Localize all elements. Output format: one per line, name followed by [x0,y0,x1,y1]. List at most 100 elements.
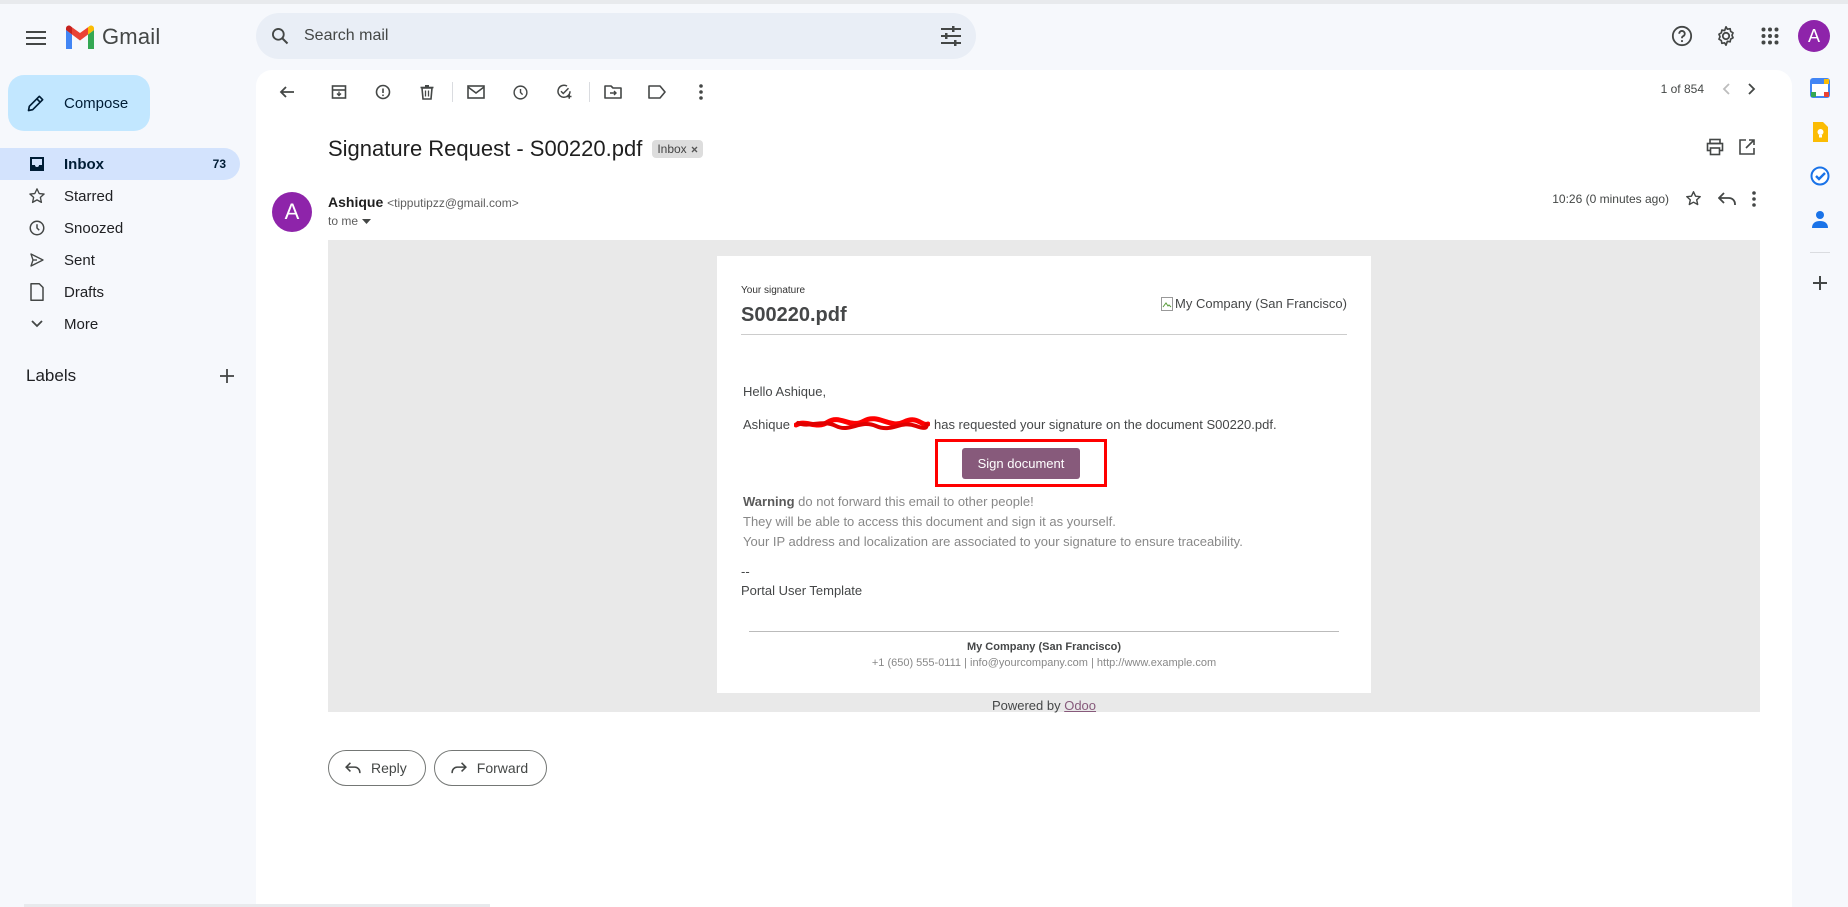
archive-icon [331,85,347,99]
warning-text: Warning do not forward this email to oth… [743,492,1243,552]
back-button[interactable] [270,75,304,109]
sidebar-item-drafts[interactable]: Drafts [0,276,240,308]
sidebar-item-inbox[interactable]: Inbox 73 [0,148,240,180]
odoo-link[interactable]: Odoo [1064,698,1096,713]
label-chip-text: Inbox [657,142,687,156]
sidebar-item-snoozed[interactable]: Snoozed [0,212,240,244]
email-eyebrow: Your signature [741,285,806,296]
search-options-icon[interactable] [940,26,962,46]
caret-down-icon [362,218,372,224]
footer-company: My Company (San Francisco) [966,641,1122,653]
draft-icon [30,283,44,301]
app-name: Gmail [102,24,161,49]
clock-icon [512,84,528,100]
sidebar-item-starred[interactable]: Starred [0,180,240,212]
labels-section: Labels [26,366,234,386]
account-avatar[interactable]: A [1798,20,1830,52]
support-button[interactable] [1662,16,1702,56]
reply-button[interactable]: Reply [328,750,426,786]
side-panel-rail [1800,78,1840,290]
tasks-icon[interactable] [1810,166,1830,186]
sidebar-item-label: More [64,315,99,333]
reply-icon[interactable] [1718,191,1736,206]
warning-line-2: They will be able to access this documen… [743,514,1116,529]
recipients-text: to me [328,214,359,228]
keep-icon[interactable] [1811,121,1829,143]
hamburger-icon [26,31,46,45]
powered-by: Powered by Odoo [328,698,1760,713]
apps-grid-icon [1761,27,1779,45]
apps-button[interactable] [1750,16,1790,56]
labels-heading: Labels [26,366,77,385]
labels-button[interactable] [640,75,674,109]
print-icon[interactable] [1706,138,1724,156]
chevron-down-icon [31,320,43,328]
warning-line-1: do not forward this email to other peopl… [794,494,1034,509]
gmail-logo[interactable]: Gmail [64,22,160,52]
message-time: 10:26 (0 minutes ago) [1552,191,1669,206]
send-icon [30,253,44,267]
top-border [0,0,1848,4]
message-toolbar: 1 of 854 [256,70,1792,114]
add-label-icon[interactable] [220,369,234,383]
message-subject: Signature Request - S00220.pdf [328,136,643,161]
more-vert-icon[interactable] [1752,190,1756,207]
sign-document-button[interactable]: Sign document [961,447,1081,479]
header-actions: A [1658,16,1848,56]
calendar-icon[interactable] [1810,78,1830,98]
mark-unread-button[interactable] [459,75,493,109]
gear-icon [1718,26,1734,46]
sender-avatar[interactable]: A [272,192,312,232]
inbox-icon [30,157,44,171]
folder-move-icon [604,85,622,99]
search-icon[interactable] [270,26,290,46]
more-actions-button[interactable] [684,75,718,109]
document-name: S00220.pdf [741,304,847,326]
snooze-button[interactable] [503,75,537,109]
add-to-tasks-button[interactable] [547,75,581,109]
report-spam-button[interactable] [366,75,400,109]
label-icon [648,85,666,99]
unread-count: 73 [212,157,226,171]
chevron-right-icon[interactable] [1748,83,1756,95]
forward-button[interactable]: Forward [433,750,548,786]
open-new-window-icon[interactable] [1738,138,1756,156]
help-icon [1671,25,1693,47]
sidebar-item-sent[interactable]: Sent [0,244,240,276]
reply-label: Reply [371,760,407,776]
sidebar-item-label: Inbox [64,155,104,173]
sender-info[interactable]: Ashique <tipputipzz@gmail.com> [328,194,519,210]
sidebar-item-more[interactable]: More [0,308,240,340]
close-icon[interactable] [691,146,698,153]
email-card: Your signature S00220.pdf My Company (Sa… [717,256,1371,693]
rail-divider [1810,252,1830,253]
sign-highlight-box: Sign document [935,439,1107,487]
subject-row: Signature Request - S00220.pdf Inbox [328,136,703,162]
sidebar-nav: Inbox 73 Starred Snoozed Sent Drafts Mor… [0,148,240,340]
powered-by-text: Powered by [991,698,1065,713]
archive-button[interactable] [322,75,356,109]
more-vert-icon [699,84,703,100]
sender-email: <tipputipzz@gmail.com> [387,196,519,210]
move-to-button[interactable] [596,75,630,109]
chevron-left-icon[interactable] [1722,83,1730,95]
delete-button[interactable] [410,75,444,109]
sidebar-item-label: Drafts [64,283,105,301]
compose-button[interactable]: Compose [8,75,150,131]
sender-name: Ashique [328,194,384,210]
label-chip-inbox[interactable]: Inbox [652,140,703,158]
search-input[interactable]: Search mail [304,27,940,45]
settings-button[interactable] [1706,16,1746,56]
search-bar[interactable]: Search mail [256,13,976,59]
requester-name: Ashique [743,416,790,432]
redaction-scribble [793,416,930,431]
contacts-icon[interactable] [1811,209,1829,229]
add-addon-icon[interactable] [1813,276,1827,290]
star-icon[interactable] [1685,190,1702,207]
footer-divider [749,631,1339,632]
toolbar-divider [452,82,453,102]
request-text: has requested your signature on the docu… [933,416,1277,432]
main-menu-button[interactable] [20,22,52,54]
warning-line-3: Your IP address and localization are ass… [743,534,1243,549]
recipients-toggle[interactable]: to me [328,214,372,228]
